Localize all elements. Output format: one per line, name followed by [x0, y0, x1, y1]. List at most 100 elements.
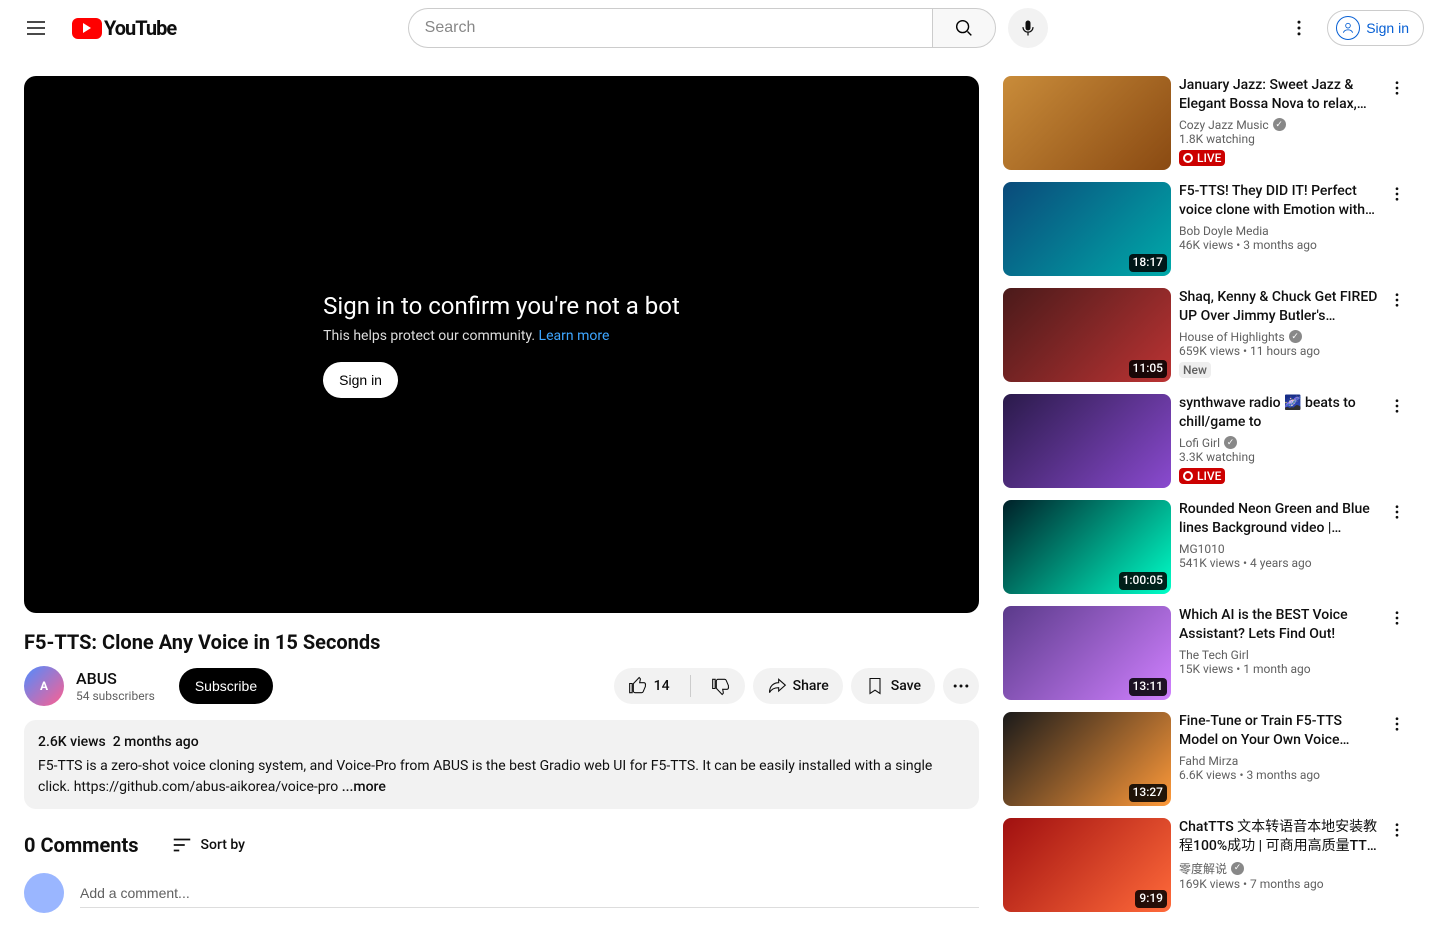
recommendation-stats: 46K views • 3 months ago: [1179, 238, 1381, 252]
player-prompt-text: This helps protect our community.: [323, 328, 538, 344]
settings-menu-button[interactable]: [1279, 8, 1319, 48]
recommendation-meta: January Jazz: Sweet Jazz & Elegant Bossa…: [1179, 76, 1403, 170]
recommendation-title: Which AI is the BEST Voice Assistant? Le…: [1179, 606, 1381, 644]
comments-header: 0 Comments Sort by: [24, 833, 979, 857]
subscribe-button[interactable]: Subscribe: [179, 668, 273, 704]
signin-label: Sign in: [1366, 20, 1409, 36]
recommendation-thumbnail[interactable]: [1003, 394, 1171, 488]
upload-age: 2 months ago: [113, 734, 199, 750]
description-box[interactable]: 2.6K views 2 months ago F5-TTS is a zero…: [24, 720, 979, 809]
recommendation-thumbnail[interactable]: 1:00:05: [1003, 500, 1171, 594]
description-more-button[interactable]: ...more: [342, 779, 386, 795]
kebab-icon: [1388, 715, 1406, 733]
kebab-icon: [1388, 397, 1406, 415]
search-button[interactable]: [932, 8, 996, 48]
recommendation-item[interactable]: 9:19 ChatTTS 文本转语音本地安装教程100%成功 | 可商用高质量TT…: [1003, 818, 1403, 912]
recommendation-item[interactable]: 11:05 Shaq, Kenny & Chuck Get FIRED UP Ov…: [1003, 288, 1403, 382]
recommendation-menu-button[interactable]: [1385, 394, 1409, 418]
duration-badge: 13:11: [1129, 678, 1167, 696]
recommendation-stats: 3.3K watching: [1179, 450, 1381, 464]
youtube-logo[interactable]: YouTube: [72, 16, 176, 40]
recommendation-item[interactable]: 13:27Fine-Tune or Train F5-TTS Model on …: [1003, 712, 1403, 806]
live-badge: LIVE: [1179, 468, 1225, 484]
channel-name[interactable]: ABUS: [76, 669, 155, 689]
recommendation-menu-button[interactable]: [1385, 712, 1409, 736]
video-meta-row: A ABUS 54 subscribers Subscribe 14: [24, 666, 979, 706]
duration-badge: 11:05: [1129, 360, 1167, 378]
recommendation-thumbnail[interactable]: [1003, 76, 1171, 170]
recommendation-title: Shaq, Kenny & Chuck Get FIRED UP Over Ji…: [1179, 288, 1381, 326]
recommendation-channel[interactable]: 零度解说✓: [1179, 860, 1381, 877]
dislike-button[interactable]: [697, 668, 745, 704]
kebab-icon: [1388, 79, 1406, 97]
duration-badge: 1:00:05: [1119, 572, 1167, 590]
share-button[interactable]: Share: [753, 668, 843, 704]
description-text: F5-TTS is a zero-shot voice cloning syst…: [38, 758, 932, 794]
youtube-play-icon: [72, 18, 102, 39]
hamburger-button[interactable]: [16, 8, 56, 48]
kebab-icon: [1388, 185, 1406, 203]
recommendation-item[interactable]: 1:00:05Rounded Neon Green and Blue lines…: [1003, 500, 1403, 594]
channel-text: ABUS 54 subscribers: [76, 669, 155, 704]
masthead-end: Sign in: [1279, 8, 1424, 48]
channel-avatar[interactable]: A: [24, 666, 64, 706]
search-input[interactable]: [408, 8, 932, 48]
recommendation-title: January Jazz: Sweet Jazz & Elegant Bossa…: [1179, 76, 1381, 114]
video-player[interactable]: Sign in to confirm you're not a bot This…: [24, 76, 979, 613]
recommendation-item[interactable]: synthwave radio 🌌 beats to chill/game to…: [1003, 394, 1403, 488]
save-button[interactable]: Save: [851, 668, 935, 704]
recommendation-thumbnail[interactable]: 13:11: [1003, 606, 1171, 700]
learn-more-link[interactable]: Learn more: [539, 328, 610, 344]
recommendation-menu-button[interactable]: [1385, 606, 1409, 630]
recommendation-channel[interactable]: House of Highlights✓: [1179, 330, 1381, 344]
recommendation-thumbnail[interactable]: 11:05: [1003, 288, 1171, 382]
recommendation-item[interactable]: 18:17F5-TTS! They DID IT! Perfect voice …: [1003, 182, 1403, 276]
sort-icon: [171, 834, 193, 856]
player-signin-button[interactable]: Sign in: [323, 362, 398, 398]
player-signin-prompt: Sign in to confirm you're not a bot This…: [303, 292, 700, 398]
like-count: 14: [654, 678, 670, 694]
new-badge: New: [1179, 362, 1211, 378]
recommendation-title: ChatTTS 文本转语音本地安装教程100%成功 | 可商用高质量TTS | …: [1179, 818, 1381, 856]
voice-search-button[interactable]: [1008, 8, 1048, 48]
recommendation-item[interactable]: 13:11 Which AI is the BEST Voice Assistan…: [1003, 606, 1403, 700]
channel-block: A ABUS 54 subscribers Subscribe: [24, 666, 273, 706]
recommendation-channel-name: The Tech Girl: [1179, 648, 1249, 662]
thumbs-up-icon: [628, 676, 648, 696]
recommendation-channel[interactable]: The Tech Girl: [1179, 648, 1381, 662]
comments-count: 0 Comments: [24, 833, 139, 857]
recommendation-menu-button[interactable]: [1385, 288, 1409, 312]
verified-icon: ✓: [1273, 118, 1286, 131]
like-button[interactable]: 14: [614, 668, 684, 704]
recommendation-meta: Which AI is the BEST Voice Assistant? Le…: [1179, 606, 1403, 700]
recommendation-menu-button[interactable]: [1385, 76, 1409, 100]
recommendation-menu-button[interactable]: [1385, 818, 1409, 842]
kebab-icon: [1289, 18, 1309, 38]
sort-button[interactable]: Sort by: [171, 834, 246, 856]
recommendation-channel[interactable]: MG1010: [1179, 542, 1381, 556]
recommendation-thumbnail[interactable]: 13:27: [1003, 712, 1171, 806]
recommendations-column: January Jazz: Sweet Jazz & Elegant Bossa…: [1003, 76, 1403, 924]
recommendation-meta: F5-TTS! They DID IT! Perfect voice clone…: [1179, 182, 1403, 276]
recommendation-item[interactable]: January Jazz: Sweet Jazz & Elegant Bossa…: [1003, 76, 1403, 170]
recommendation-meta: Fine-Tune or Train F5-TTS Model on Your …: [1179, 712, 1403, 806]
player-prompt-heading: Sign in to confirm you're not a bot: [323, 292, 680, 320]
recommendation-channel[interactable]: Bob Doyle Media: [1179, 224, 1381, 238]
recommendation-channel-name: 零度解说: [1179, 860, 1227, 877]
signin-button[interactable]: Sign in: [1327, 10, 1424, 46]
user-icon: [1336, 16, 1360, 40]
masthead-start: YouTube: [16, 8, 176, 48]
recommendation-menu-button[interactable]: [1385, 182, 1409, 206]
recommendation-thumbnail[interactable]: 9:19: [1003, 818, 1171, 912]
recommendation-channel[interactable]: Fahd Mirza: [1179, 754, 1381, 768]
page-content: Sign in to confirm you're not a bot This…: [0, 56, 1440, 944]
duration-badge: 9:19: [1135, 890, 1167, 908]
primary-column: Sign in to confirm you're not a bot This…: [24, 76, 979, 913]
recommendation-channel[interactable]: Cozy Jazz Music✓: [1179, 118, 1381, 132]
recommendation-thumbnail[interactable]: 18:17: [1003, 182, 1171, 276]
more-actions-button[interactable]: [943, 668, 979, 704]
comment-input[interactable]: [80, 879, 979, 908]
recommendation-channel[interactable]: Lofi Girl✓: [1179, 436, 1381, 450]
recommendation-title: F5-TTS! They DID IT! Perfect voice clone…: [1179, 182, 1381, 220]
recommendation-menu-button[interactable]: [1385, 500, 1409, 524]
